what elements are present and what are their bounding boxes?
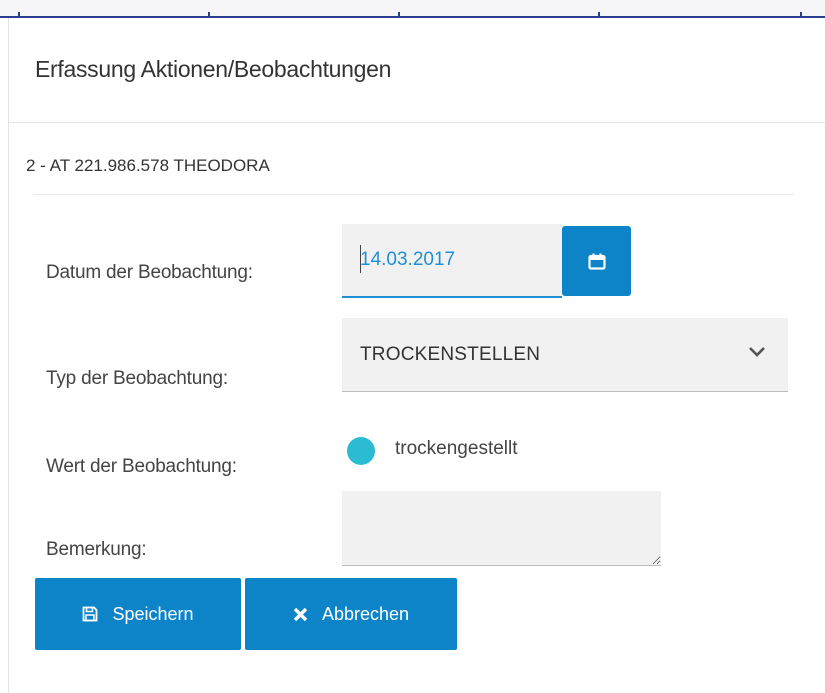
calendar-icon (587, 253, 606, 270)
strip-tick (208, 12, 210, 17)
strip-tick (598, 12, 600, 17)
remark-input[interactable] (342, 491, 661, 566)
strip-tick (398, 12, 400, 17)
type-select-value: TROCKENSTELLEN (360, 344, 541, 365)
dialog-title: Erfassung Aktionen/Beobachtungen (35, 56, 392, 82)
text-caret (360, 245, 361, 273)
date-input[interactable] (342, 224, 562, 298)
close-icon (293, 607, 308, 622)
strip-tick (800, 12, 802, 17)
value-label: Wert der Beobachtung: (46, 456, 237, 477)
chevron-down-icon (748, 345, 766, 363)
save-button[interactable]: Speichern (35, 578, 241, 650)
type-label: Typ der Beobachtung: (46, 368, 228, 389)
value-radio-label[interactable]: trockengestellt (395, 438, 518, 460)
remark-label: Bemerkung: (46, 539, 147, 560)
background-window-strip (0, 0, 825, 18)
section-divider (34, 194, 794, 195)
calendar-button[interactable] (562, 226, 631, 296)
cancel-button[interactable]: Abbrechen (245, 578, 457, 650)
cancel-button-label: Abbrechen (321, 603, 410, 624)
record-identifier: 2 - AT 221.986.578 THEODORA (26, 156, 270, 175)
type-select[interactable]: TROCKENSTELLEN (342, 318, 788, 392)
date-label: Datum der Beobachtung: (46, 262, 253, 283)
value-radio[interactable] (347, 437, 375, 465)
dialog-header: Erfassung Aktionen/Beobachtungen (9, 18, 825, 123)
floppy-disk-icon (82, 606, 98, 622)
save-button-label: Speichern (112, 603, 194, 624)
strip-tick (18, 12, 20, 17)
